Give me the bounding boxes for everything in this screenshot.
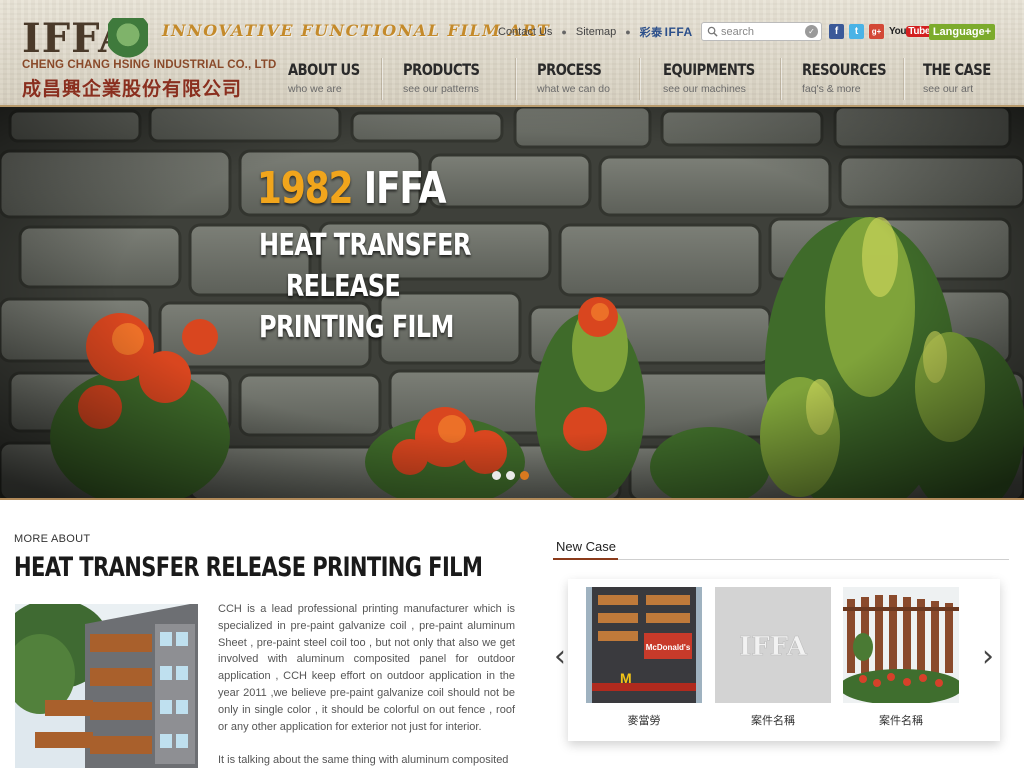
slider-pagination — [492, 471, 529, 480]
hero-slider: 1982 IFFA HEAT TRANSFER RELEASE PRINTING… — [0, 107, 1024, 500]
nav-title: PROCESS — [537, 60, 602, 79]
hero-year: 1982 — [256, 163, 354, 214]
contact-us-link[interactable]: Contact Us — [498, 26, 552, 38]
company-name-en: CHENG CHANG HSING INDUSTRIAL CO., LTD — [22, 59, 277, 71]
search-icon — [707, 26, 718, 37]
nav-title: THE CASE — [923, 60, 991, 79]
social-links: f t g+ You Tube — [829, 24, 933, 39]
case-carousel: ‹ McDonald's M 麥當勞 IFFA 案件名稱 案件名稱 › — [554, 579, 1000, 741]
site-header: IFFA CHENG CHANG HSING INDUSTRIAL CO., L… — [0, 0, 1024, 107]
slider-dot-2[interactable] — [506, 471, 515, 480]
nav-title: PRODUCTS — [403, 60, 480, 79]
case-thumbnail[interactable] — [843, 587, 959, 703]
about-paragraph-1: CCH is a lead professional printing manu… — [218, 603, 515, 733]
logo-mark: IFFA — [22, 18, 150, 60]
twitter-icon[interactable]: t — [849, 24, 864, 39]
new-case-title: New Case — [553, 539, 618, 560]
tree-icon — [108, 18, 148, 60]
nav-process[interactable]: PROCESS what we can do — [516, 58, 640, 100]
youtube-icon[interactable]: You Tube — [889, 24, 933, 39]
nav-subtitle: see our machines — [663, 83, 746, 95]
hero-brand: IFFA — [363, 163, 447, 214]
nav-subtitle: faq's & more — [802, 83, 861, 95]
nav-subtitle: who we are — [288, 83, 342, 95]
case-label: 案件名稱 — [879, 714, 923, 727]
new-case-divider — [553, 559, 1009, 560]
hero-line-3: PRINTING FILM — [259, 310, 454, 345]
separator-dot: ● — [625, 27, 631, 37]
nav-title: RESOURCES — [802, 60, 887, 79]
language-button[interactable]: Language+ — [929, 24, 995, 40]
about-body: CCH is a lead professional printing manu… — [218, 601, 515, 768]
case-label: 麥當勞 — [627, 714, 661, 727]
brand-link-en: IFFA — [664, 25, 693, 39]
case-thumbnail[interactable]: IFFA — [715, 587, 831, 703]
youtube-you: You — [889, 26, 907, 37]
googleplus-icon[interactable]: g+ — [869, 24, 884, 39]
sitemap-link[interactable]: Sitemap — [576, 26, 616, 38]
separator-dot: ● — [561, 27, 567, 37]
facebook-icon[interactable]: f — [829, 24, 844, 39]
case-placeholder-logo: IFFA — [739, 632, 808, 662]
case-item[interactable]: 案件名稱 — [843, 587, 959, 728]
company-name-zh: 成昌興企業股份有限公司 — [22, 78, 243, 100]
chevron-left-icon[interactable]: ‹ — [554, 639, 566, 674]
hero-line-1: HEAT TRANSFER — [259, 228, 471, 263]
nav-the-case[interactable]: THE CASE see our art — [904, 58, 1014, 100]
main-nav: ABOUT US who we are PRODUCTS see our pat… — [262, 58, 1014, 100]
brand-link-cn: 彩泰 — [639, 27, 663, 39]
section-title: HEAT TRANSFER RELEASE PRINTING FILM — [14, 552, 483, 583]
nav-about-us[interactable]: ABOUT US who we are — [262, 58, 382, 100]
case-item[interactable]: McDonald's M 麥當勞 — [586, 587, 702, 728]
chevron-right-icon[interactable]: › — [982, 639, 994, 674]
svg-text:M: M — [620, 670, 632, 686]
nav-subtitle: what we can do — [537, 83, 610, 95]
about-paragraph-2: It is talking about the same thing with … — [218, 754, 509, 767]
nav-resources[interactable]: RESOURCES faq's & more — [781, 58, 904, 100]
hero-stone-wall-image — [0, 107, 1024, 498]
nav-equipments[interactable]: EQUIPMENTS see our machines — [640, 58, 781, 100]
slider-dot-3[interactable] — [520, 471, 529, 480]
nav-title: EQUIPMENTS — [663, 60, 755, 79]
nav-subtitle: see our art — [923, 83, 974, 95]
nav-title: ABOUT US — [288, 60, 360, 79]
case-sign-text: McDonald's — [646, 643, 691, 652]
building-photo — [15, 604, 198, 768]
new-case-section: New Case — [553, 538, 1009, 560]
search-submit-icon[interactable]: ✓ — [805, 25, 818, 38]
nav-subtitle: see our patterns — [403, 83, 479, 95]
case-label: 案件名稱 — [751, 714, 795, 727]
hero-line-2: RELEASE — [285, 269, 401, 304]
case-item[interactable]: IFFA 案件名稱 — [715, 587, 831, 728]
brand-link[interactable]: 彩泰 IFFA — [640, 24, 693, 40]
nav-products[interactable]: PRODUCTS see our patterns — [382, 58, 516, 100]
tagline: INNOVATIVE FUNCTIONAL FILM ART — [162, 21, 551, 40]
search-box: ✓ — [701, 22, 822, 41]
hero-caption: 1982 IFFA HEAT TRANSFER RELEASE PRINTING… — [238, 163, 471, 348]
hero-headline: 1982 IFFA — [256, 163, 447, 215]
case-thumbnail[interactable]: McDonald's M — [586, 587, 702, 703]
slider-dot-1[interactable] — [492, 471, 501, 480]
section-kicker: MORE ABOUT — [14, 533, 91, 545]
search-input[interactable] — [721, 24, 801, 39]
top-links: Contact Us ● Sitemap ● 彩泰 IFFA — [498, 24, 693, 40]
